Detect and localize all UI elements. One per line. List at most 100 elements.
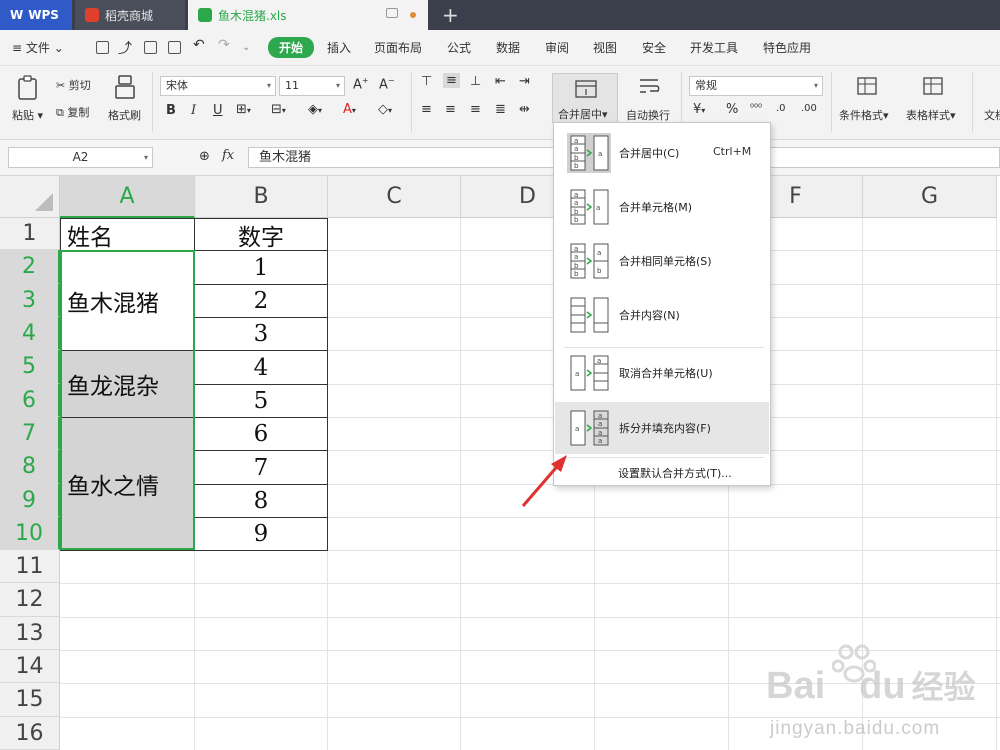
- align-left-icon[interactable]: ≡: [421, 102, 432, 117]
- row-header-11[interactable]: 11: [0, 550, 60, 583]
- table-style-icon[interactable]: [922, 76, 946, 96]
- menu-formula[interactable]: 公式: [447, 39, 471, 56]
- row-header-15[interactable]: 15: [0, 683, 60, 717]
- menu-developer[interactable]: 开发工具: [690, 39, 738, 56]
- menu-review[interactable]: 审阅: [545, 39, 569, 56]
- font-color-icon[interactable]: A▾: [343, 102, 356, 117]
- decrease-decimal-icon[interactable]: .00: [801, 103, 817, 114]
- menu-item-set-default-merge[interactable]: 设置默认合并方式(T)...: [618, 465, 732, 481]
- underline-icon[interactable]: U: [213, 103, 223, 118]
- copy-button[interactable]: ⧉ 复制: [56, 104, 89, 120]
- menu-view[interactable]: 视图: [593, 39, 617, 56]
- row-header-5[interactable]: 5: [0, 350, 60, 384]
- thousands-icon[interactable]: ⁰⁰⁰: [750, 103, 762, 114]
- indent-increase-icon[interactable]: ⇥: [519, 74, 530, 89]
- zoom-search-icon[interactable]: ⊕: [199, 149, 210, 164]
- row-header-1[interactable]: 1: [0, 218, 60, 250]
- indent-decrease-icon[interactable]: ⇤: [495, 74, 506, 89]
- select-all-corner[interactable]: [0, 176, 60, 218]
- decrease-font-icon[interactable]: A−: [379, 76, 395, 92]
- column-header-a[interactable]: A: [60, 176, 195, 218]
- cell-a2-merged[interactable]: 鱼木混猪: [60, 250, 195, 351]
- conditional-format-icon[interactable]: [856, 76, 880, 96]
- cell-b8[interactable]: 7: [194, 450, 328, 485]
- row-header-14[interactable]: 14: [0, 650, 60, 683]
- save-icon[interactable]: [96, 41, 109, 54]
- cell-a5-merged[interactable]: 鱼龙混杂: [60, 350, 195, 418]
- fx-icon[interactable]: fx: [222, 148, 234, 163]
- column-header-c[interactable]: C: [328, 176, 461, 218]
- italic-icon[interactable]: I: [191, 103, 196, 118]
- justify-icon[interactable]: ≣: [495, 102, 506, 117]
- align-top-icon[interactable]: ⊤: [421, 74, 432, 89]
- cell-b7[interactable]: 6: [194, 417, 328, 451]
- cell-b3[interactable]: 2: [194, 284, 328, 318]
- bold-icon[interactable]: B: [166, 103, 176, 118]
- file-menu[interactable]: ≡ 文件 ⌄: [12, 39, 64, 56]
- redo-icon[interactable]: ↷: [218, 37, 230, 53]
- menu-insert[interactable]: 插入: [327, 39, 351, 56]
- border-icon[interactable]: ⊞▾: [236, 102, 251, 117]
- cell-b5[interactable]: 4: [194, 350, 328, 385]
- increase-font-icon[interactable]: A+: [353, 76, 369, 92]
- monitor-icon[interactable]: [386, 8, 398, 18]
- font-name-select[interactable]: 宋体 ▾: [160, 76, 276, 96]
- percent-icon[interactable]: %: [726, 102, 738, 117]
- tab-docer-store[interactable]: 稻壳商城: [75, 0, 185, 30]
- export-icon[interactable]: ⤴: [118, 38, 132, 58]
- row-header-9[interactable]: 9: [0, 484, 60, 517]
- auto-wrap-button[interactable]: 自动换行: [626, 107, 670, 123]
- distributed-icon[interactable]: ⇹: [519, 102, 530, 117]
- paste-button[interactable]: 粘贴 ▾: [12, 107, 43, 123]
- preview-icon[interactable]: [168, 41, 181, 54]
- menu-item-merge-same-cells[interactable]: aa bb ab 合并相同单元格(S): [555, 235, 769, 287]
- row-header-10[interactable]: 10: [0, 517, 60, 550]
- format-painter-button[interactable]: 格式刷: [108, 107, 141, 123]
- currency-icon[interactable]: ¥▾: [693, 102, 705, 117]
- fill-color-icon[interactable]: ◈▾: [308, 102, 322, 117]
- cell-b10[interactable]: 9: [194, 517, 328, 551]
- menu-home[interactable]: 开始: [268, 37, 315, 58]
- row-header-4[interactable]: 4: [0, 317, 60, 350]
- merge-center-button[interactable]: 合并居中▾: [552, 73, 618, 123]
- row-header-13[interactable]: 13: [0, 617, 60, 650]
- menu-item-merge-center[interactable]: aa bb a 合并居中(C) Ctrl+M: [555, 127, 769, 179]
- align-middle-icon[interactable]: ≡: [443, 73, 460, 88]
- table-style-button[interactable]: 表格样式▾: [906, 107, 956, 123]
- menu-item-split-fill[interactable]: a aa aa 拆分并填充内容(F): [555, 402, 769, 454]
- format-painter-icon[interactable]: [114, 74, 136, 100]
- cell-b6[interactable]: 5: [194, 384, 328, 418]
- eraser-icon[interactable]: ◇▾: [378, 102, 392, 117]
- row-header-3[interactable]: 3: [0, 284, 60, 317]
- menu-security[interactable]: 安全: [642, 39, 666, 56]
- align-right-icon[interactable]: ≡: [470, 102, 481, 117]
- column-header-b[interactable]: B: [195, 176, 328, 218]
- menu-data[interactable]: 数据: [496, 39, 520, 56]
- row-header-7[interactable]: 7: [0, 417, 60, 450]
- font-size-select[interactable]: 11 ▾: [279, 76, 345, 96]
- cell-b2[interactable]: 1: [194, 250, 328, 285]
- menu-item-merge-content[interactable]: 合并内容(N): [555, 289, 769, 341]
- wrap-text-icon[interactable]: [638, 76, 662, 96]
- row-header-16[interactable]: 16: [0, 717, 60, 750]
- menu-item-merge-cells[interactable]: aa bb a 合并单元格(M): [555, 181, 769, 233]
- cell-a7-merged[interactable]: 鱼水之情: [60, 417, 195, 551]
- new-tab-icon[interactable]: +: [442, 3, 459, 27]
- cut-button[interactable]: ✂ 剪切: [56, 77, 91, 93]
- cell-a1[interactable]: 姓名: [60, 218, 195, 251]
- name-box[interactable]: A2 ▾: [8, 147, 153, 168]
- tab-document[interactable]: 鱼木混猪.xls: [188, 0, 428, 30]
- cell-b4[interactable]: 3: [194, 317, 328, 351]
- row-header-6[interactable]: 6: [0, 384, 60, 417]
- row-header-12[interactable]: 12: [0, 583, 60, 617]
- print-icon[interactable]: [144, 41, 157, 54]
- menu-item-unmerge[interactable]: a a 取消合并单元格(U): [555, 347, 769, 399]
- menu-page-layout[interactable]: 页面布局: [374, 39, 422, 56]
- row-header-2[interactable]: 2: [0, 250, 60, 284]
- column-header-g[interactable]: G: [863, 176, 997, 218]
- increase-decimal-icon[interactable]: .0: [776, 103, 786, 114]
- menu-features[interactable]: 特色应用: [763, 39, 811, 56]
- conditional-format-button[interactable]: 条件格式▾: [839, 107, 889, 123]
- chevron-down-icon[interactable]: ⌄: [242, 42, 250, 53]
- align-center-icon[interactable]: ≡: [445, 102, 456, 117]
